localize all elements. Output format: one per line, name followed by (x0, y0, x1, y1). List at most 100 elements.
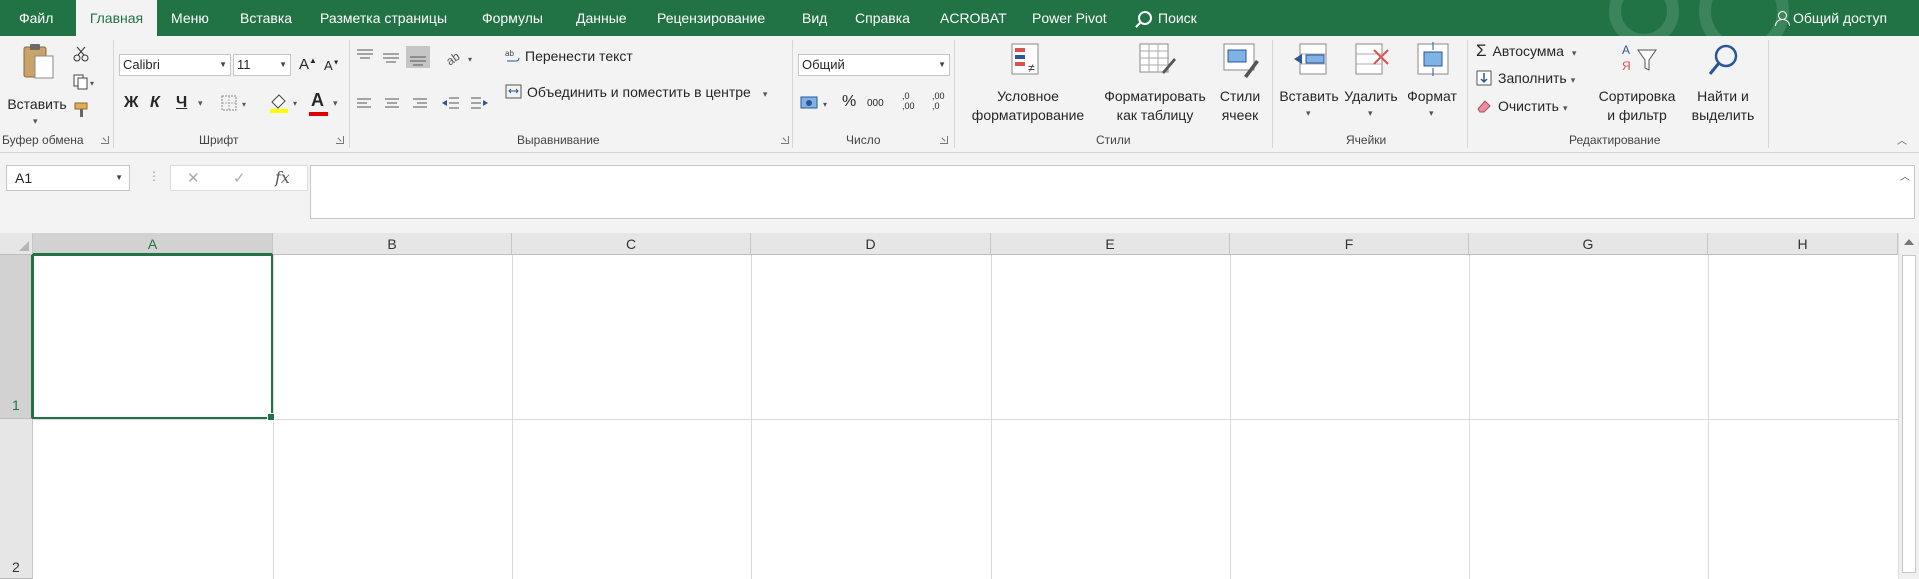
vertical-scrollbar[interactable] (1898, 233, 1919, 579)
delete-cells-button[interactable]: Удалить ▾ (1340, 42, 1402, 130)
merge-center-button[interactable]: Объединить и поместить в центре ▾ (505, 84, 767, 100)
tab-data[interactable]: Данные (576, 0, 627, 36)
column-header-f[interactable]: F (1230, 233, 1469, 255)
font-name-combo[interactable]: Calibri ▼ (119, 54, 231, 76)
indent-icons[interactable] (441, 96, 491, 112)
separator (1467, 40, 1468, 148)
font-color-button[interactable]: A (311, 90, 324, 111)
chevron-down-icon: ▾ (1562, 103, 1568, 113)
conditional-formatting-icon: ≠ (1011, 43, 1039, 75)
gridline (751, 255, 752, 579)
font-color-icon: A (311, 90, 324, 110)
clear-button[interactable]: Очистить ▾ (1476, 98, 1567, 114)
grow-font-button[interactable]: A▲ (299, 56, 317, 73)
enter-check-icon[interactable]: ✓ (233, 169, 246, 187)
accounting-format-icon[interactable]: ▾ (800, 94, 834, 112)
collapse-ribbon-icon[interactable]: ︿ (1897, 132, 1907, 147)
column-header-a[interactable]: A (33, 233, 273, 255)
cell-styles-button[interactable]: Стили ячеек (1214, 42, 1266, 130)
tab-home[interactable]: Главная (76, 0, 157, 36)
tab-file[interactable]: Файл (19, 0, 53, 36)
clipboard-group-label: Буфер обмена (2, 133, 84, 147)
underline-button[interactable]: Ч (176, 94, 187, 112)
horizontal-align-icons[interactable] (355, 96, 435, 112)
fill-button[interactable]: Заполнить ▾ (1476, 70, 1575, 86)
increase-decimal-button[interactable]: ,0 ,00 (902, 91, 915, 111)
fill-color-icon[interactable]: ▾ (268, 92, 304, 114)
tab-help[interactable]: Справка (855, 0, 910, 36)
wrap-text-button[interactable]: ab Перенести текст (505, 48, 633, 64)
column-header-g[interactable]: G (1469, 233, 1708, 255)
number-group-label: Число (846, 133, 881, 147)
select-all-corner[interactable] (0, 233, 33, 255)
scrollbar-thumb[interactable] (1902, 255, 1916, 573)
clear-label: Очистить (1498, 98, 1559, 114)
chevron-down-icon: ▾ (1571, 48, 1577, 58)
font-size-combo[interactable]: 11 ▼ (233, 54, 291, 76)
expand-formula-bar-icon[interactable]: ︿ (1900, 168, 1910, 183)
bold-button[interactable]: Ж (124, 94, 138, 112)
worksheet-grid[interactable]: A B C D E F G H 1 2 (0, 233, 1919, 579)
column-header-e[interactable]: E (991, 233, 1230, 255)
tab-view[interactable]: Вид (802, 0, 827, 36)
column-header-h[interactable]: H (1708, 233, 1898, 255)
number-launcher-icon[interactable] (940, 136, 948, 144)
tab-insert[interactable]: Вставка (240, 0, 292, 36)
search-box[interactable]: Поиск (1138, 0, 1197, 36)
sort-filter-label: Сортировка и фильтр (1598, 88, 1676, 123)
row-header-1[interactable]: 1 (0, 255, 33, 419)
conditional-formatting-button[interactable]: ≠ Условное форматирование (960, 42, 1096, 130)
find-select-button[interactable]: Найти и выделить (1684, 42, 1762, 130)
autosum-label: Автосумма (1492, 43, 1564, 59)
number-format-value: Общий (802, 57, 845, 72)
borders-icon[interactable]: ▾ (221, 95, 253, 113)
number-format-combo[interactable]: Общий ▼ (798, 54, 950, 76)
find-select-label: Найти и выделить (1691, 88, 1755, 123)
tab-page-layout[interactable]: Разметка страницы (320, 0, 447, 36)
cancel-icon[interactable]: ✕ (187, 169, 200, 187)
column-header-b[interactable]: B (273, 233, 512, 255)
formula-bar: A1 ▼ ⋮ ✕ ✓ fx ︿ (0, 153, 1919, 233)
chevron-down-icon: ▾ (1429, 108, 1434, 118)
autosum-button[interactable]: Σ Автосумма ▾ (1476, 41, 1576, 61)
percent-button[interactable]: % (842, 93, 856, 111)
underline-dropdown[interactable]: ▾ (198, 98, 203, 109)
insert-function-icon[interactable]: fx (275, 168, 290, 187)
scroll-up-icon[interactable] (1904, 239, 1914, 245)
decrease-decimal-button[interactable]: ,00 ,0 (932, 91, 945, 111)
orientation-icon[interactable]: ab ▾ (444, 48, 478, 66)
active-cell-a1[interactable] (32, 254, 275, 421)
insert-cells-button[interactable]: Вставить ▾ (1278, 42, 1340, 130)
tab-review[interactable]: Рецензирование (657, 0, 765, 36)
row-header-2[interactable]: 2 (0, 419, 33, 579)
formula-input[interactable]: ︿ (310, 165, 1915, 219)
name-box[interactable]: A1 ▼ (6, 165, 130, 191)
shrink-font-button[interactable]: A▼ (324, 58, 340, 73)
clipboard-launcher-icon[interactable] (101, 136, 109, 144)
font-color-dropdown[interactable]: ▾ (333, 98, 338, 109)
copy-icon[interactable]: ▾ (73, 74, 97, 90)
tab-formulas[interactable]: Формулы (482, 0, 543, 36)
thousands-separator-button[interactable]: 000 (867, 98, 884, 109)
sort-filter-button[interactable]: АЯ Сортировка и фильтр (1592, 42, 1682, 130)
italic-button[interactable]: К (150, 94, 160, 112)
format-painter-icon[interactable] (73, 101, 91, 119)
vertical-align-icons[interactable] (355, 46, 437, 68)
tab-menu[interactable]: Меню (171, 0, 209, 36)
column-header-c[interactable]: C (512, 233, 751, 255)
formula-bar-grip-icon: ⋮ (148, 169, 160, 183)
column-header-d[interactable]: D (751, 233, 991, 255)
format-as-table-button[interactable]: Форматировать как таблицу (1096, 42, 1214, 130)
alignment-launcher-icon[interactable] (781, 136, 789, 144)
font-name-value: Calibri (123, 57, 160, 72)
insert-cells-label: Вставить (1279, 88, 1339, 104)
fill-down-arrow-icon (1476, 70, 1492, 86)
svg-text:ab: ab (444, 49, 463, 66)
paste-button[interactable]: Вставить ▾ (6, 42, 68, 130)
tab-acrobat[interactable]: ACROBAT (940, 0, 1007, 36)
share-button[interactable]: Общий доступ (1775, 0, 1887, 36)
cut-scissors-icon[interactable] (73, 46, 89, 62)
format-cells-button[interactable]: Формат ▾ (1402, 42, 1462, 130)
tab-power-pivot[interactable]: Power Pivot (1032, 0, 1107, 36)
font-launcher-icon[interactable] (336, 136, 344, 144)
